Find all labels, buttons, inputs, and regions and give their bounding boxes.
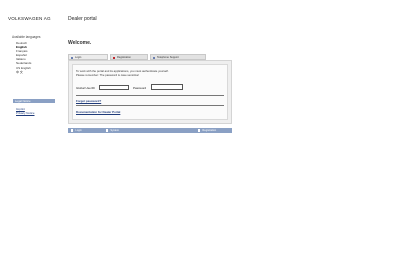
bottom-registration-label: Registration xyxy=(202,129,217,132)
registration-tab-icon xyxy=(113,56,116,60)
brand-name: VOLKSWAGEN AG xyxy=(8,16,51,21)
privacy-notice-link[interactable]: Privacy Notice xyxy=(16,111,34,115)
tab-login-label: Login xyxy=(75,56,82,59)
bottom-item-registration: Registration xyxy=(198,128,216,133)
bottom-system-icon xyxy=(106,129,109,132)
bottom-login-icon xyxy=(71,129,74,132)
bottom-login-label: Login xyxy=(75,129,82,132)
userid-label: Global UserID xyxy=(76,86,95,90)
language-list: Deutsch English Français Español Italian… xyxy=(16,41,56,74)
bottom-registration-icon xyxy=(198,129,201,132)
welcome-heading: Welcome. xyxy=(68,40,92,46)
bottom-system-label: System xyxy=(110,129,120,132)
login-message-line2: Please remember: The password is case se… xyxy=(76,73,140,77)
login-tab-icon xyxy=(71,56,74,60)
languages-title: Available languages xyxy=(12,35,41,39)
legal-links: Imprint Privacy Notice xyxy=(16,107,34,115)
telephone-tab-icon xyxy=(153,56,156,60)
bottom-item-login: Login xyxy=(71,128,82,133)
form-divider-top xyxy=(76,95,224,96)
bottom-status-bar: Login System Registration xyxy=(68,128,232,133)
tab-registration-label: Registration xyxy=(117,56,131,59)
page-title: Dealer portal xyxy=(68,16,97,22)
documentation-link[interactable]: Documentation for Dealer Portal xyxy=(76,110,120,114)
bottom-item-system: System xyxy=(106,128,119,133)
password-input[interactable] xyxy=(151,84,183,90)
login-message: To work with the portal and its applicat… xyxy=(76,69,169,77)
forgot-password-link[interactable]: Forgot password? xyxy=(76,99,101,103)
language-item-chinese[interactable]: 中 文 xyxy=(16,70,56,74)
password-label: Password xyxy=(133,86,147,90)
tab-telephone-support-label: Telephone Support xyxy=(157,56,179,59)
userid-input[interactable] xyxy=(99,85,129,90)
legal-notice-header: Legal Notice xyxy=(13,99,55,103)
form-divider-bottom xyxy=(76,105,224,106)
